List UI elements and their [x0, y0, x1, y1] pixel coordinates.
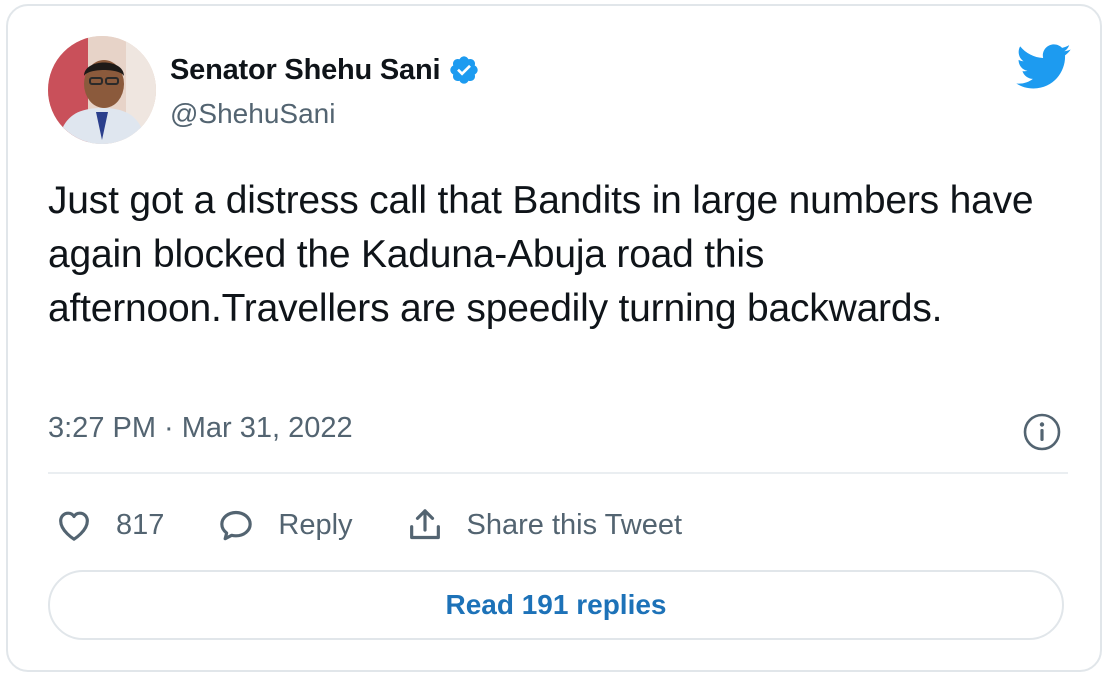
reply-button[interactable]: Reply [216, 505, 353, 545]
like-button[interactable]: 817 [54, 505, 164, 545]
info-icon[interactable] [1022, 412, 1062, 452]
share-icon [409, 509, 440, 540]
author-display-name[interactable]: Senator Shehu Sani [170, 54, 441, 87]
reply-bubble-icon [220, 510, 253, 541]
read-replies-button[interactable]: Read 191 replies [48, 570, 1064, 640]
divider [48, 472, 1068, 474]
avatar[interactable] [48, 36, 156, 144]
reply-label: Reply [278, 508, 353, 541]
twitter-bird-icon[interactable] [1016, 44, 1072, 90]
tweet-text: Just got a distress call that Bandits in… [48, 179, 1034, 330]
share-label: Share this Tweet [466, 508, 683, 541]
author-name-row[interactable]: Senator Shehu Sani [170, 50, 480, 90]
tweet-actions: 817 Reply Share this Tweet [54, 500, 734, 550]
avatar-photo [48, 36, 156, 144]
share-button[interactable]: Share this Tweet [405, 505, 682, 545]
tweet-timestamp[interactable]: 3:27 PM · Mar 31, 2022 [48, 412, 353, 445]
tweet-card: Senator Shehu Sani @ShehuSani Just got a… [6, 4, 1102, 672]
verified-badge-icon [448, 54, 480, 86]
like-count: 817 [116, 508, 165, 541]
read-replies-label: Read 191 replies [445, 589, 667, 620]
author-handle[interactable]: @ShehuSani [170, 98, 335, 130]
heart-icon [59, 511, 89, 541]
